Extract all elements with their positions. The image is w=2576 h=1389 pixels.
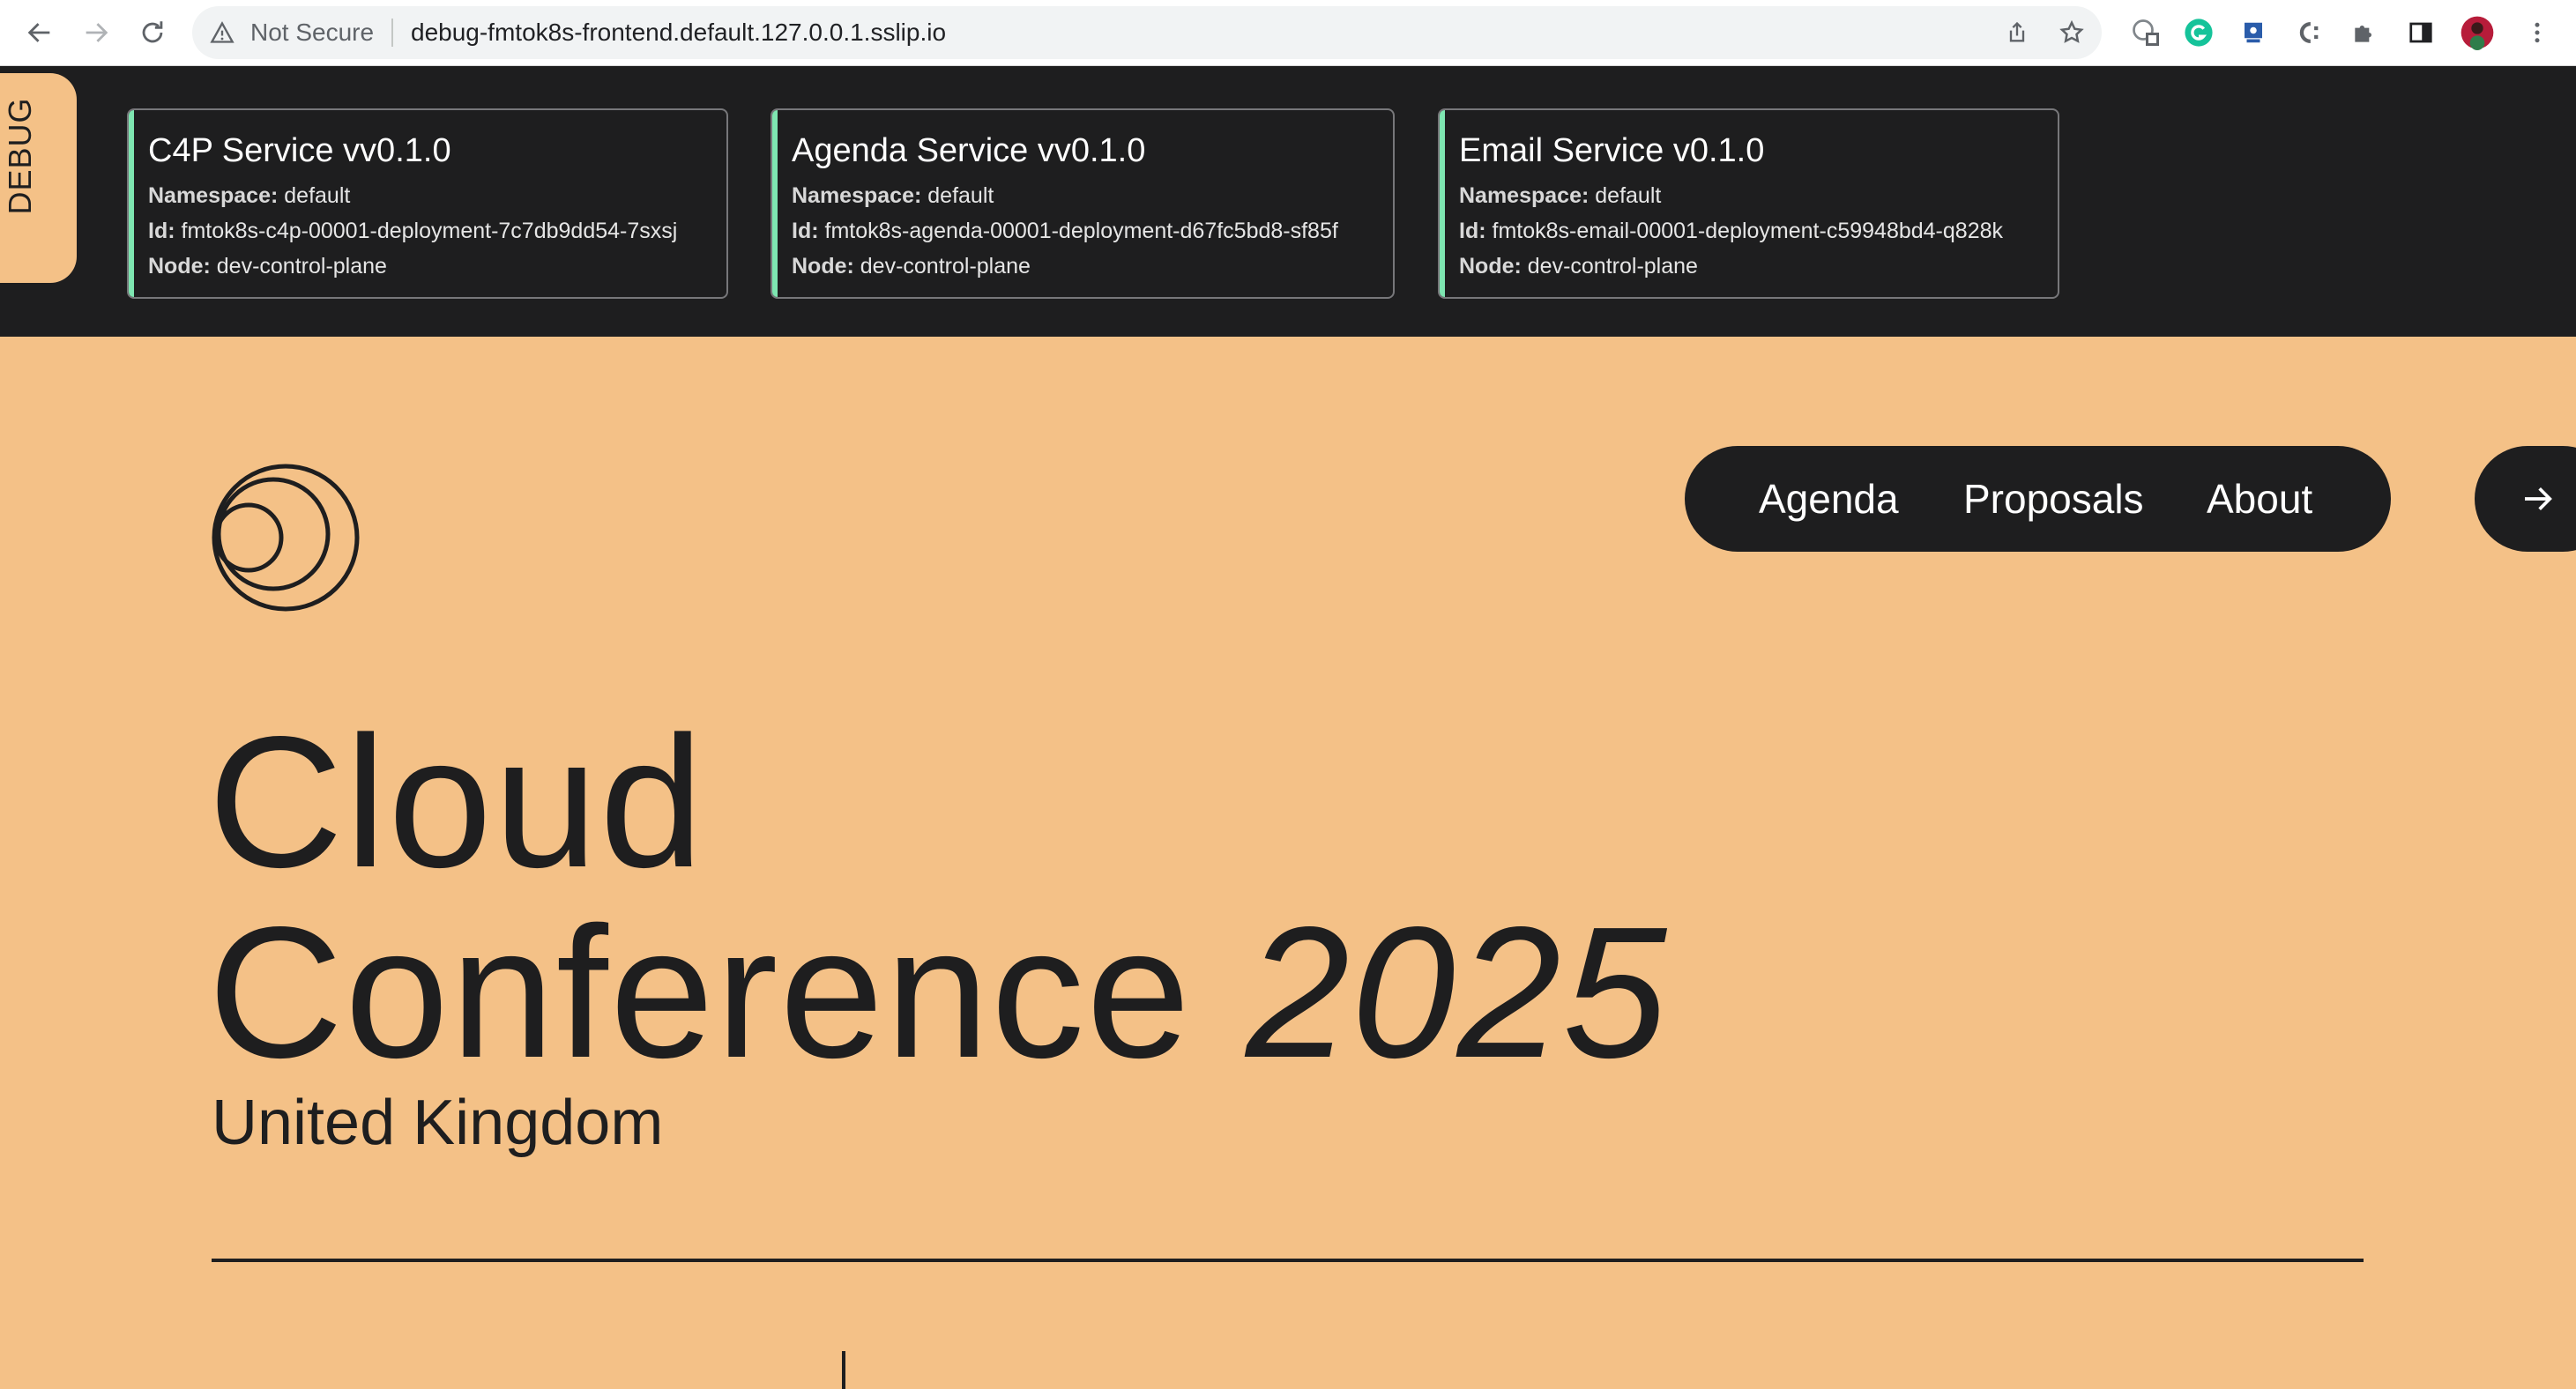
debug-tab-label[interactable]: DEBUG xyxy=(2,77,39,235)
main-nav: Agenda Proposals About xyxy=(1685,446,2391,552)
service-card-c4p: C4P Service vv0.1.0 Namespace: default I… xyxy=(127,108,728,299)
url-text[interactable]: debug-fmtok8s-frontend.default.127.0.0.1… xyxy=(411,19,946,47)
service-title: C4P Service vv0.1.0 xyxy=(148,132,451,169)
service-namespace: Namespace: default xyxy=(792,183,994,208)
hero-title-line1: Cloud xyxy=(208,697,705,906)
service-node: Node: dev-control-plane xyxy=(792,254,1031,279)
back-icon[interactable] xyxy=(18,11,62,55)
next-button[interactable] xyxy=(2475,446,2576,552)
url-separator xyxy=(391,19,393,47)
service-id: Id: fmtok8s-agenda-00001-deployment-d67f… xyxy=(792,219,1338,243)
grammarly-icon[interactable] xyxy=(2181,15,2216,50)
conference-logo-icon[interactable] xyxy=(212,464,360,616)
extension-icon[interactable] xyxy=(2290,15,2326,50)
sidebar-icon[interactable] xyxy=(2403,15,2438,50)
puzzle-icon[interactable] xyxy=(2347,15,2382,50)
hero-subtitle: United Kingdom xyxy=(212,1088,664,1158)
service-card-agenda: Agenda Service vv0.1.0 Namespace: defaul… xyxy=(771,108,1395,299)
arrow-right-icon xyxy=(2525,487,2552,510)
service-node: Node: dev-control-plane xyxy=(148,254,387,279)
extension-icon[interactable] xyxy=(2236,15,2271,50)
hero-title-text: Conference xyxy=(208,888,1246,1096)
security-label[interactable]: Not Secure xyxy=(250,19,374,47)
share-icon[interactable] xyxy=(2001,17,2033,48)
nav-link-about[interactable]: About xyxy=(2207,477,2312,521)
service-id: Id: fmtok8s-c4p-00001-deployment-7c7db9d… xyxy=(148,219,678,243)
avatar[interactable] xyxy=(2460,15,2495,50)
service-title: Agenda Service vv0.1.0 xyxy=(792,132,1146,169)
reload-icon[interactable] xyxy=(130,11,175,55)
more-icon[interactable] xyxy=(2520,15,2555,50)
nav-link-agenda[interactable]: Agenda xyxy=(1759,477,1899,521)
service-title: Email Service v0.1.0 xyxy=(1459,132,1765,169)
debug-bar: DEBUG C4P Service vv0.1.0 Namespace: def… xyxy=(0,66,2576,337)
service-namespace: Namespace: default xyxy=(1459,183,1662,208)
service-id: Id: fmtok8s-email-00001-deployment-c5994… xyxy=(1459,219,2003,243)
warning-icon[interactable] xyxy=(210,20,235,49)
browser-toolbar: Not Secure debug-fmtok8s-frontend.defaul… xyxy=(0,0,2576,66)
nav-link-proposals[interactable]: Proposals xyxy=(1963,477,2144,521)
service-node: Node: dev-control-plane xyxy=(1459,254,1698,279)
vertical-divider xyxy=(842,1351,845,1389)
forward-icon[interactable] xyxy=(74,11,118,55)
debug-tab[interactable]: DEBUG xyxy=(0,73,77,283)
star-icon[interactable] xyxy=(2056,17,2088,48)
service-namespace: Namespace: default xyxy=(148,183,351,208)
divider xyxy=(212,1259,2364,1262)
hero-title-line2: Conference 2025 xyxy=(208,895,1669,1089)
hero-title-year: 2025 xyxy=(1245,888,1669,1096)
service-card-email: Email Service v0.1.0 Namespace: default … xyxy=(1438,108,2059,299)
address-bar[interactable]: Not Secure debug-fmtok8s-frontend.defaul… xyxy=(192,6,2102,59)
translate-icon[interactable] xyxy=(2128,15,2163,50)
